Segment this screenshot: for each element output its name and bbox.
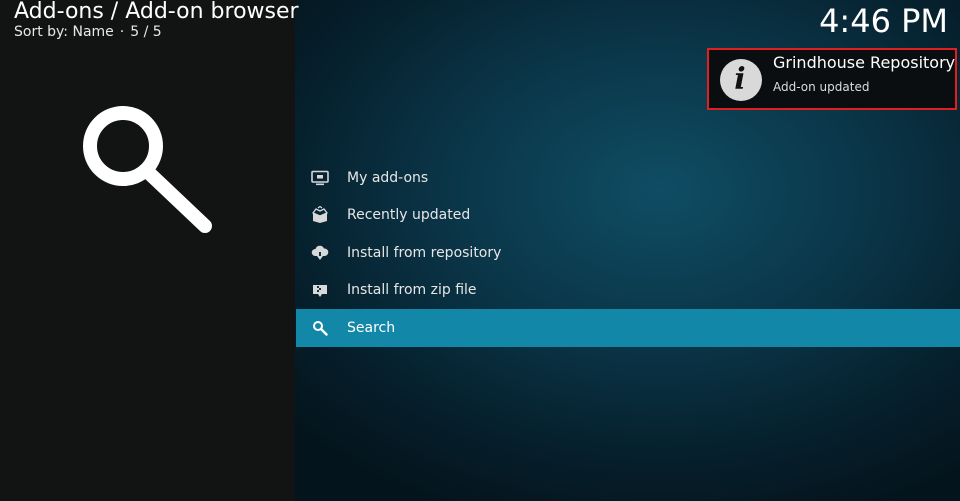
addon-menu: My add-ons Recently updated Install from… <box>296 159 960 347</box>
search-icon <box>83 106 212 233</box>
separator: · <box>119 24 125 40</box>
sort-label: Sort by: Name <box>14 24 114 40</box>
item-position: 5 / 5 <box>130 24 162 40</box>
clock: 4:46 PM <box>819 2 948 40</box>
menu-item-recently-updated[interactable]: Recently updated <box>296 197 960 235</box>
menu-item-label: Install from zip file <box>347 282 477 299</box>
sort-info: Sort by: Name · 5 / 5 <box>14 23 162 41</box>
notification-message: Add-on updated <box>773 80 870 94</box>
menu-item-label: Search <box>347 319 396 336</box>
side-panel <box>0 0 295 501</box>
menu-item-search[interactable]: Search <box>296 309 960 347</box>
menu-item-my-addons[interactable]: My add-ons <box>296 159 960 197</box>
breadcrumb: Add-ons / Add-on browser <box>14 0 299 24</box>
info-glyph: i <box>734 62 746 97</box>
menu-item-label: Recently updated <box>347 207 471 224</box>
menu-item-label: Install from repository <box>347 244 502 261</box>
notification-title: Grindhouse Repository <box>773 53 956 72</box>
cloud-download-icon <box>311 244 329 262</box>
search-icon <box>311 319 329 337</box>
menu-item-install-from-repository[interactable]: Install from repository <box>296 234 960 272</box>
zip-box-icon <box>311 281 329 299</box>
menu-item-label: My add-ons <box>347 169 429 186</box>
info-icon: i <box>720 59 762 101</box>
monitor-icon <box>311 169 329 187</box>
menu-item-install-from-zip[interactable]: Install from zip file <box>296 272 960 310</box>
kodi-screen: Add-ons / Add-on browser Sort by: Name · 5… <box>0 0 960 501</box>
notification-toast: i Grindhouse Repository Add-on updated <box>707 48 957 110</box>
box-open-icon <box>311 206 329 224</box>
